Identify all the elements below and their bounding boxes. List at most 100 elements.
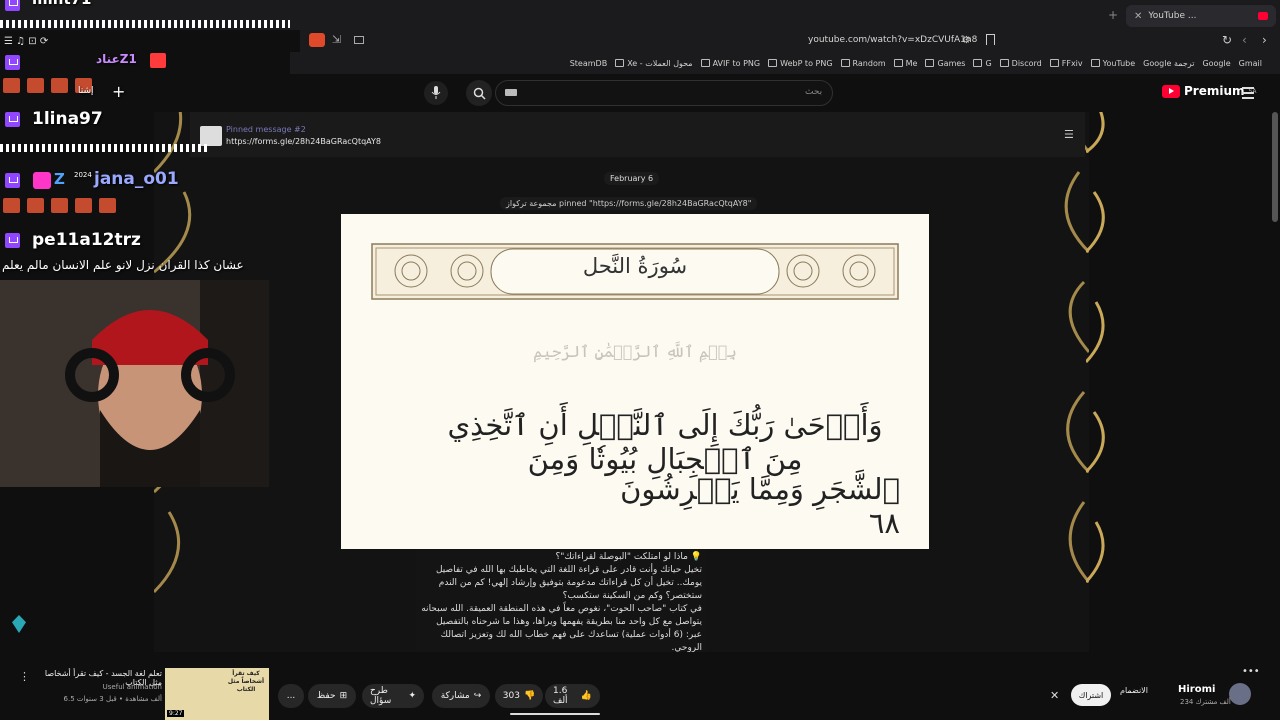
bookmark-gmail[interactable]: Gmail — [1239, 59, 1262, 68]
z-badge-icon: Z — [54, 170, 65, 188]
youtube-logo-icon — [1162, 84, 1180, 98]
bookmark-g[interactable]: G — [973, 59, 992, 68]
verse-line-2: ٱلشَّجَرِ وَمِمَّا يَعۡرِشُونَ ٦٨ — [620, 472, 900, 540]
folder-icon — [893, 59, 903, 67]
forward-icon[interactable]: › — [1262, 33, 1267, 47]
bookmark-youtube[interactable]: YouTube — [1090, 59, 1135, 68]
filter-icon[interactable]: ☰ — [1064, 128, 1074, 141]
folder-icon — [1049, 59, 1059, 67]
chat-badge-text: عنادZ1 — [96, 52, 137, 66]
bookmark-webp[interactable]: WebP to PNG — [768, 59, 833, 68]
browser-tab-youtube[interactable]: ✕ YouTube ... — [1126, 5, 1276, 27]
address-bar — [300, 30, 1280, 52]
channel-avatar[interactable] — [1229, 683, 1251, 705]
voice-search-button[interactable] — [424, 81, 448, 105]
bookmark-google[interactable]: Google — [1202, 59, 1230, 68]
video-description: 💡 ماذا لو امتلكت "البوصلة لقراءاتك"؟ تخي… — [416, 549, 706, 652]
bookmark-random[interactable]: Random — [840, 59, 886, 68]
up-next-channel: Useful animation — [102, 683, 162, 691]
progress-indicator — [510, 713, 600, 715]
badge-icon — [150, 53, 166, 68]
microphone-icon — [431, 86, 441, 99]
keyboard-icon[interactable] — [505, 89, 517, 96]
ask-button[interactable]: طرح سؤال ✦ — [362, 684, 424, 708]
chat-message: عشان كذا القران نزل لانو علم الانسان مال… — [2, 258, 244, 272]
bookmark-discord[interactable]: Discord — [999, 59, 1042, 68]
verse-line-1: وَأَوۡحَىٰ رَبُّكَ إِلَى ٱلنَّحۡلِ أَنِ … — [447, 408, 883, 476]
search-button[interactable] — [466, 80, 492, 106]
subscribe-button[interactable]: اشتراك — [1071, 684, 1111, 706]
chat-username: mint71 — [32, 0, 92, 8]
bookmark-xe[interactable]: Xe - محول العملات — [615, 59, 693, 68]
folder-icon — [999, 59, 1009, 67]
more-options-icon[interactable]: ••• — [1242, 666, 1260, 677]
chat-username: jana_o01 — [94, 169, 179, 189]
bookmark-add-icon: ⊞ — [339, 691, 348, 701]
emote-icon — [99, 198, 116, 213]
emote-icon — [3, 78, 20, 93]
twitch-icon — [5, 55, 20, 70]
join-button[interactable]: الانضمام — [1120, 686, 1148, 695]
close-tab-icon[interactable]: ✕ — [1134, 11, 1142, 22]
brave-shield-icon[interactable] — [309, 33, 325, 47]
url-field[interactable]: youtube.com/watch?v=xDzCVUfA1n8 — [808, 35, 977, 45]
sparkle-icon: ✦ — [408, 691, 416, 701]
extension-icon[interactable]: ⇲ — [332, 33, 341, 46]
bookmark-games[interactable]: Games — [925, 59, 965, 68]
back-icon[interactable]: ‹ — [1242, 33, 1247, 47]
folder-icon — [840, 59, 850, 67]
bookmark-google-translate[interactable]: Google ترجمة — [1143, 59, 1194, 68]
like-button[interactable]: 1.6 ألف 👍 — [545, 684, 600, 708]
chat-username: pe11a12trz — [32, 230, 141, 250]
hamburger-menu-icon[interactable] — [1242, 87, 1254, 102]
chat-username: 1lina97 — [32, 109, 103, 129]
gem-icon — [12, 615, 26, 633]
twitch-icon — [5, 173, 20, 188]
thumbnail-text: كيف تقرأ أشخاصاً مثل الكتاب — [227, 670, 265, 693]
description-line: 💡 ماذا لو امتلكت "البوصلة لقراءاتك"؟ — [555, 552, 703, 562]
folder-icon — [615, 59, 625, 67]
folder-icon — [973, 59, 983, 67]
new-tab-button[interactable]: + — [1108, 8, 1118, 22]
page-icon — [700, 59, 710, 67]
bookmark-avif[interactable]: AVIF to PNG — [700, 59, 760, 68]
bookmarks-bar: SteamDB Xe - محول العملات AVIF to PNG We… — [290, 52, 1280, 74]
youtube-favicon-icon — [1258, 12, 1268, 20]
save-button[interactable]: حفظ ⊞ — [308, 684, 356, 708]
screen-icon[interactable] — [354, 36, 364, 44]
bookmark-icon[interactable] — [986, 34, 995, 45]
bookmark-steamdb[interactable]: SteamDB — [570, 59, 607, 68]
share-button[interactable]: مشاركة ↪ — [432, 684, 490, 708]
description-line: في كتاب "صاحب الحوت"، نغوص معاً في هذه ا… — [421, 604, 702, 652]
up-next-thumbnail[interactable]: كيف تقرأ أشخاصاً مثل الكتاب 9:27 — [165, 668, 269, 720]
menu-icon: ☰ ♫ ⊡ ⟳ — [4, 36, 49, 47]
dislike-button[interactable]: 303 👎 — [495, 684, 543, 708]
reload-icon[interactable]: ↻ — [1222, 33, 1232, 47]
search-input[interactable] — [495, 80, 833, 106]
chat-emote-spam — [0, 144, 210, 152]
bookmark-ffxiv[interactable]: FFxiv — [1049, 59, 1083, 68]
emote-icon — [27, 198, 44, 213]
add-icon[interactable]: + — [112, 82, 125, 101]
page-icon — [768, 59, 778, 67]
scrollbar[interactable] — [1272, 112, 1278, 222]
subscriber-count: 234 ألف مشترك — [1180, 698, 1231, 706]
heart-badge-icon — [33, 172, 51, 189]
channel-name[interactable]: Hiromi — [1178, 684, 1215, 695]
vertical-more-icon[interactable]: ⋮ — [19, 670, 30, 683]
folder-icon — [1090, 59, 1100, 67]
bookmark-me[interactable]: Me — [893, 59, 917, 68]
basmala-text: بِسۡمِ ٱللَّهِ ٱلرَّحۡمَٰنِ ٱلرَّحِيمِ — [533, 342, 737, 361]
site-settings-icon[interactable]: ⚙ — [962, 35, 971, 46]
more-actions-button[interactable]: ... — [278, 684, 304, 708]
emote-icon — [75, 198, 92, 213]
close-icon[interactable]: ✕ — [1050, 689, 1059, 702]
emote-icon — [27, 78, 44, 93]
emote-icon — [51, 198, 68, 213]
chat-emote-spam — [0, 20, 290, 28]
pinned-notice: مجموعة تركواز pinned "https://forms.gle/… — [500, 197, 758, 210]
twitch-icon — [5, 0, 20, 11]
up-next-meta: 6.5 ألف مشاهدة • قبل 3 سنوات — [63, 695, 162, 703]
emote-icon — [3, 198, 20, 213]
year-badge: 2024 — [74, 171, 92, 179]
